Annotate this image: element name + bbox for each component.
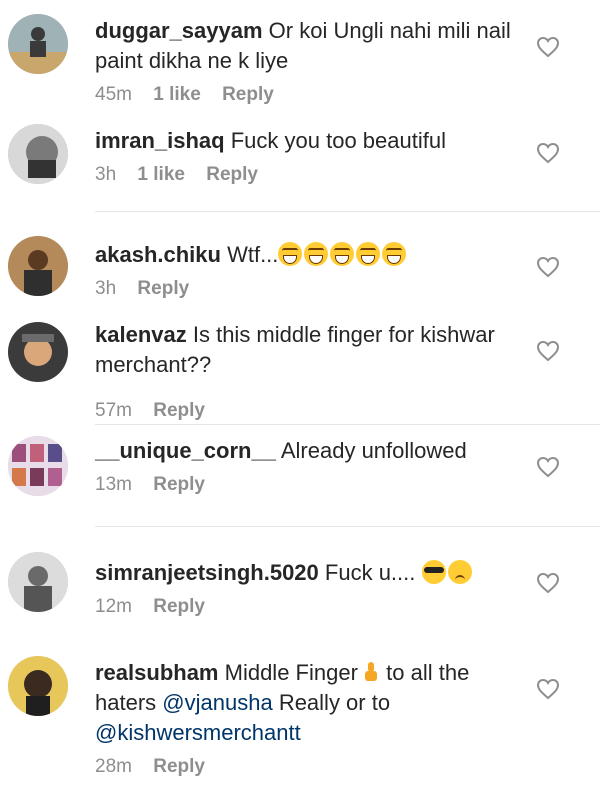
comment-time: 3h [95,164,117,185]
avatar[interactable] [8,552,68,612]
comment-text: simranjeetsingh.5020 Fuck u.... [95,558,530,588]
comment-username[interactable]: akash.chiku [95,242,221,267]
frowning-emoji-icon [447,560,472,584]
avatar[interactable] [8,14,68,74]
reply-button[interactable]: Reply [153,474,205,495]
comment-username[interactable]: simranjeetsingh.5020 [95,560,319,585]
comment-text: akash.chiku Wtf... [95,240,530,270]
comment-username[interactable]: imran_ishaq [95,128,225,153]
avatar[interactable] [8,236,68,296]
comment-meta: 28m Reply [95,756,530,778]
avatar-image [8,322,68,382]
comment-likes[interactable]: 1 like [153,84,201,105]
laughing-emoji-icon [278,242,303,266]
comment-username[interactable]: kalenvaz [95,322,187,347]
comment-meta: 13m Reply [95,474,530,496]
comment-body: akash.chiku Wtf... 3h Reply [95,240,530,300]
reply-button[interactable]: Reply [153,756,205,777]
laughing-emoji-icon [304,242,329,266]
avatar-image [8,436,68,496]
comment-text: kalenvaz Is this middle finger for kishw… [95,320,530,380]
comment-message-part: Middle Finger [224,660,358,685]
heart-outline-icon[interactable] [536,456,560,478]
divider [95,526,600,527]
comment-time: 3h [95,278,117,299]
heart-outline-icon[interactable] [536,572,560,594]
comment-message: Already unfollowed [280,438,467,463]
comment-username[interactable]: duggar_sayyam [95,18,263,43]
comment-likes[interactable]: 1 like [137,164,185,185]
heart-outline-icon[interactable] [536,256,560,278]
reply-button[interactable]: Reply [153,400,205,421]
avatar[interactable] [8,124,68,184]
avatar-image [8,236,68,296]
mention-link[interactable]: @kishwersmerchantt [95,720,301,745]
comment-message-part: Really or to [278,690,391,715]
comment-body: imran_ishaq Fuck you too beautiful 3h 1 … [95,126,530,186]
laughing-emoji-icon [356,242,381,266]
avatar[interactable] [8,436,68,496]
comment-username[interactable]: __unique_corn__ [95,438,276,463]
sunglasses-emoji-icon [421,560,446,584]
comment-body: duggar_sayyam Or koi Ungli nahi mili nai… [95,16,530,106]
comment-username[interactable]: realsubham [95,660,219,685]
comment-text: duggar_sayyam Or koi Ungli nahi mili nai… [95,16,530,76]
comment-body: simranjeetsingh.5020 Fuck u.... 12m Repl… [95,558,530,618]
heart-outline-icon[interactable] [536,142,560,164]
reply-button[interactable]: Reply [206,164,258,185]
comment-body: kalenvaz Is this middle finger for kishw… [95,320,530,422]
comment-time: 12m [95,596,132,617]
comment-time: 28m [95,756,132,777]
comment-time: 57m [95,400,132,421]
reply-button[interactable]: Reply [153,596,205,617]
avatar[interactable] [8,656,68,716]
comment-body: realsubham Middle Finger to all the hate… [95,658,530,778]
avatar-image [8,552,68,612]
comment-text: imran_ishaq Fuck you too beautiful [95,126,530,156]
avatar-image [8,656,68,716]
heart-outline-icon[interactable] [536,36,560,58]
heart-outline-icon[interactable] [536,678,560,700]
middle-finger-emoji-icon [364,660,378,684]
comment-meta: 45m 1 like Reply [95,84,530,106]
comment-meta: 3h Reply [95,278,530,300]
comment-time: 13m [95,474,132,495]
comment-message: Fuck you too beautiful [230,128,446,153]
reply-button[interactable]: Reply [222,84,274,105]
laughing-emoji-icon [382,242,407,266]
comment-list: duggar_sayyam Or koi Ungli nahi mili nai… [0,0,600,800]
reply-button[interactable]: Reply [137,278,189,299]
mention-link[interactable]: @vjanusha [162,690,272,715]
comment-body: __unique_corn__ Already unfollowed 13m R… [95,436,530,496]
divider [95,424,600,425]
heart-outline-icon[interactable] [536,340,560,362]
divider [95,211,600,212]
comment-text: realsubham Middle Finger to all the hate… [95,658,530,748]
comment-meta: 57m Reply [95,400,530,422]
avatar-image [8,124,68,184]
comment-message: Wtf... [227,242,279,267]
avatar-image [8,14,68,74]
comment-text: __unique_corn__ Already unfollowed [95,436,530,466]
comment-message: Fuck u.... [324,560,416,585]
comment-meta: 12m Reply [95,596,530,618]
avatar[interactable] [8,322,68,382]
comment-meta: 3h 1 like Reply [95,164,530,186]
laughing-emoji-icon [330,242,355,266]
comment-time: 45m [95,84,132,105]
